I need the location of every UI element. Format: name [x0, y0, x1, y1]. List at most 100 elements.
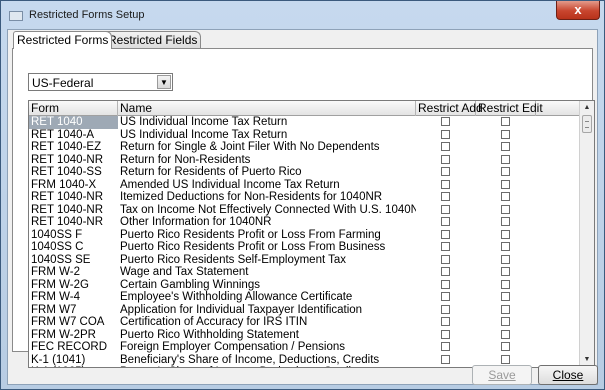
jurisdiction-dropdown[interactable]: US-Federal ▼ — [28, 73, 173, 91]
table-row[interactable]: FRM W7 COA Certification of Accuracy for … — [29, 316, 581, 329]
restrict-edit-cell — [476, 254, 536, 267]
restrict-edit-checkbox[interactable] — [501, 204, 510, 214]
form-code-cell: 1040SS F — [31, 228, 83, 241]
restrict-add-cell — [416, 279, 476, 292]
restrict-edit-checkbox[interactable] — [501, 167, 510, 176]
restrict-edit-checkbox[interactable] — [501, 354, 510, 364]
restrict-edit-checkbox[interactable] — [501, 254, 510, 264]
restrict-edit-cell — [476, 291, 536, 304]
save-button[interactable]: Save — [472, 365, 532, 385]
form-code-cell: RET 1040 — [29, 116, 118, 129]
restrict-edit-cell — [476, 266, 536, 279]
scroll-up-icon[interactable]: ▲ — [580, 101, 594, 115]
restrict-add-checkbox[interactable] — [441, 242, 450, 251]
restrict-add-checkbox[interactable] — [441, 267, 450, 276]
restrict-edit-checkbox[interactable] — [501, 267, 510, 276]
restrict-add-checkbox[interactable] — [441, 354, 450, 364]
table-row[interactable]: FEC RECORD Foreign Employer Compensation … — [29, 341, 581, 354]
restrict-add-checkbox[interactable] — [441, 167, 450, 176]
form-code-cell: FRM 1040-X — [31, 178, 97, 191]
form-code-cell: FRM W-2 — [31, 266, 80, 278]
table-row[interactable]: RET 1040-NR Return for Non-Residents — [29, 154, 581, 167]
form-code-cell: FRM W7 — [31, 303, 77, 316]
tab-restricted-fields[interactable]: Restricted Fields — [104, 31, 202, 48]
form-name-cell: Puerto Rico Residents Self-Employment Ta… — [120, 253, 347, 266]
form-name-cell: Amended US Individual Income Tax Return — [120, 178, 340, 191]
restrict-add-checkbox[interactable] — [441, 192, 450, 201]
restrict-edit-checkbox[interactable] — [501, 117, 510, 126]
column-header-form[interactable]: Form — [29, 101, 118, 116]
restrict-add-cell — [416, 129, 476, 142]
table-row[interactable]: FRM W-4 Employee's Withholding Allowance … — [29, 291, 581, 304]
table-row[interactable]: RET 1040-NR Itemized Deductions for Non-R… — [29, 191, 581, 204]
restrict-edit-checkbox[interactable] — [501, 317, 510, 326]
restrict-add-checkbox[interactable] — [441, 117, 450, 126]
form-name-cell: Certification of Accuracy for IRS ITIN — [120, 316, 308, 328]
restrict-edit-checkbox[interactable] — [501, 329, 510, 339]
restrict-add-checkbox[interactable] — [441, 304, 450, 314]
restrict-add-checkbox[interactable] — [441, 342, 450, 351]
table-row[interactable]: FRM W-2G Certain Gambling Winnings — [29, 279, 581, 292]
restrict-edit-checkbox[interactable] — [501, 217, 510, 226]
restrict-edit-cell — [476, 154, 536, 167]
column-header-restrict-add[interactable]: Restrict Add — [416, 101, 483, 116]
restrict-add-checkbox[interactable] — [441, 317, 450, 326]
restrict-add-checkbox[interactable] — [441, 142, 450, 151]
table-row[interactable]: FRM 1040-X Amended US Individual Income T… — [29, 179, 581, 192]
form-code-cell: RET 1040-NR — [31, 191, 104, 203]
table-row[interactable]: RET 1040 US Individual Income Tax Return — [29, 116, 581, 129]
restrict-add-checkbox[interactable] — [441, 154, 450, 164]
form-name-cell: US Individual Income Tax Return — [120, 128, 288, 141]
restrict-edit-checkbox[interactable] — [501, 242, 510, 251]
vertical-scrollbar[interactable]: ▲ ▼ — [579, 101, 594, 367]
close-button[interactable]: Close — [538, 365, 598, 385]
table-row[interactable]: FRM W-2PR Puerto Rico Withholding Stateme… — [29, 329, 581, 342]
restrict-edit-checkbox[interactable] — [501, 179, 510, 189]
scrollbar-thumb[interactable] — [582, 115, 592, 133]
tab-panel: US-Federal ▼ Form Name Restrict Add Rest… — [12, 48, 595, 368]
restrict-edit-checkbox[interactable] — [501, 154, 510, 164]
restrict-edit-checkbox[interactable] — [501, 129, 510, 139]
restrict-add-checkbox[interactable] — [441, 204, 450, 214]
restrict-add-checkbox[interactable] — [441, 254, 450, 264]
restrict-edit-cell — [476, 304, 536, 317]
window-close-icon[interactable]: x — [556, 1, 600, 20]
table-row[interactable]: FRM W7 Application for Individual Taxpaye… — [29, 304, 581, 317]
restrict-edit-checkbox[interactable] — [501, 229, 510, 239]
table-row[interactable]: RET 1040-NR Other Information for 1040NR — [29, 216, 581, 229]
restrict-add-checkbox[interactable] — [441, 367, 450, 368]
form-code-cell: RET 1040-NR — [31, 153, 104, 166]
restrict-add-cell — [416, 216, 476, 229]
restrict-add-checkbox[interactable] — [441, 179, 450, 189]
restrict-add-cell — [416, 229, 476, 242]
restrict-edit-checkbox[interactable] — [501, 192, 510, 201]
column-header-restrict-edit[interactable]: Restrict Edit — [476, 101, 543, 116]
table-row[interactable]: 1040SS SE Puerto Rico Residents Self-Empl… — [29, 254, 581, 267]
restrict-add-checkbox[interactable] — [441, 292, 450, 301]
form-code-cell: K-1 (1041) — [31, 353, 86, 366]
restrict-add-cell — [416, 204, 476, 217]
table-row[interactable]: RET 1040-NR Tax on Income Not Effectively… — [29, 204, 581, 217]
restrict-add-checkbox[interactable] — [441, 129, 450, 139]
chevron-down-icon[interactable]: ▼ — [157, 75, 171, 89]
form-code-cell: 1040SS SE — [31, 253, 91, 266]
table-row[interactable]: RET 1040-EZ Return for Single & Joint Fil… — [29, 141, 581, 154]
column-header-name[interactable]: Name — [118, 101, 416, 116]
restrict-edit-checkbox[interactable] — [501, 292, 510, 301]
tab-restricted-forms[interactable]: Restricted Forms — [13, 31, 113, 49]
table-row[interactable]: 1040SS C Puerto Rico Residents Profit or … — [29, 241, 581, 254]
restrict-edit-checkbox[interactable] — [501, 142, 510, 151]
restrict-edit-checkbox[interactable] — [501, 342, 510, 351]
table-row[interactable]: RET 1040-SS Return for Residents of Puert… — [29, 166, 581, 179]
table-row[interactable]: FRM W-2 Wage and Tax Statement — [29, 266, 581, 279]
restrict-edit-checkbox[interactable] — [501, 304, 510, 314]
restrict-edit-cell — [476, 204, 536, 217]
table-row[interactable]: RET 1040-A US Individual Income Tax Retur… — [29, 129, 581, 142]
restrict-edit-checkbox[interactable] — [501, 279, 510, 289]
restrict-add-checkbox[interactable] — [441, 279, 450, 289]
restrict-add-checkbox[interactable] — [441, 217, 450, 226]
table-row[interactable]: 1040SS F Puerto Rico Residents Profit or … — [29, 229, 581, 242]
restrict-edit-cell — [476, 191, 536, 204]
restrict-add-checkbox[interactable] — [441, 229, 450, 239]
restrict-add-checkbox[interactable] — [441, 329, 450, 339]
